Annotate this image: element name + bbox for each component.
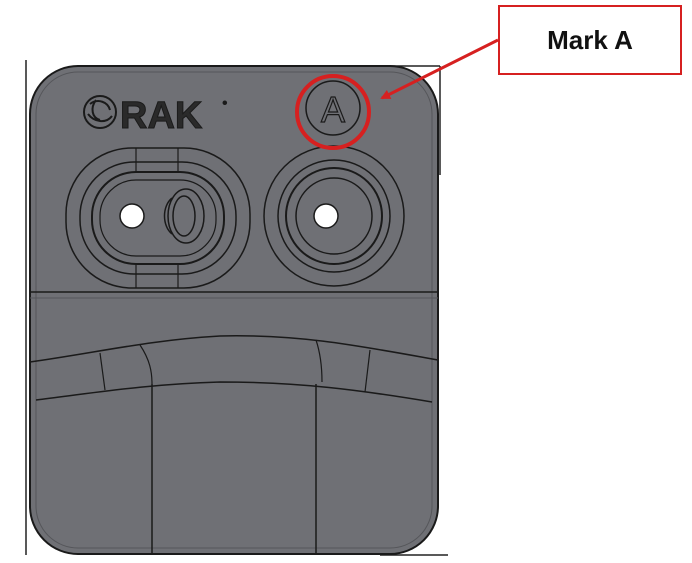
marking-letter: A [321, 89, 345, 130]
brand-name: RAK [120, 95, 203, 137]
callout-label: Mark A [547, 24, 633, 55]
brand-registered-mark: • [222, 95, 228, 112]
callout-label-box: Mark A [498, 5, 682, 75]
device-body [29, 65, 439, 555]
device-diagram: RAK • A [25, 38, 499, 556]
right-port [263, 145, 405, 287]
